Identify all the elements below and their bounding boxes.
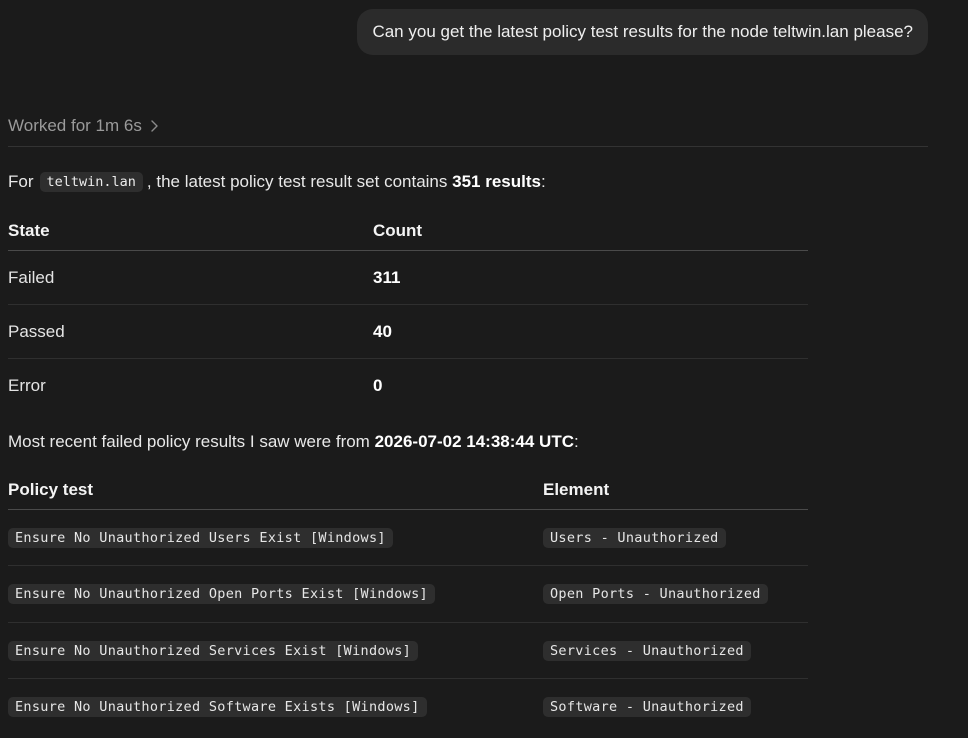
chevron-right-icon [150,119,159,133]
summary-paragraph: For teltwin.lan , the latest policy test… [8,169,546,195]
node-name-code: teltwin.lan [39,172,143,192]
summary-total: 351 results [452,172,541,191]
table-row: Passed 40 [8,305,808,359]
count-cell: 311 [373,267,401,287]
column-header-state: State [8,221,50,240]
recent-failed-paragraph: Most recent failed policy results I saw … [8,429,579,455]
summary-suffix: : [540,172,546,191]
element-code: Services - Unauthorized [543,640,751,661]
table-row: Failed 311 [8,251,808,305]
table-row: Ensure No Unauthorized Users Exist [Wind… [8,510,808,566]
count-cell: 0 [373,375,383,395]
count-cell: 40 [373,321,392,341]
recent-prefix: Most recent failed policy results I saw … [8,432,370,451]
worked-duration-label: Worked for 1m 6s [8,116,142,135]
summary-prefix: For [8,172,34,191]
state-cell: Error [8,375,46,395]
policy-test-code: Ensure No Unauthorized Users Exist [Wind… [8,527,393,548]
user-message-bubble: Can you get the latest policy test resul… [357,9,928,55]
policy-test-code: Ensure No Unauthorized Software Exists [… [8,697,427,717]
policy-test-code: Ensure No Unauthorized Services Exist [W… [8,640,419,661]
summary-middle: , the latest policy test result set cont… [146,172,448,191]
state-cell: Failed [8,267,55,287]
table-row: Ensure No Unauthorized Software Exists [… [8,679,808,735]
element-code: Open Ports - Unauthorized [543,584,768,604]
policy-results-table: Policy test Element Ensure No Unauthoriz… [8,471,808,735]
column-header-policy-test: Policy test [8,480,94,499]
table-header-row: State Count [8,212,808,251]
user-message-text: Can you get the latest policy test resul… [372,22,913,41]
recent-timestamp: 2026-07-02 14:38:44 UTC [374,432,574,451]
table-row: Ensure No Unauthorized Services Exist [W… [8,623,808,679]
table-row: Ensure No Unauthorized Open Ports Exist … [8,566,808,623]
column-header-count: Count [373,221,423,240]
recent-suffix: : [574,432,579,451]
state-cell: Passed [8,321,65,341]
policy-test-code: Ensure No Unauthorized Open Ports Exist … [8,584,435,604]
element-code: Users - Unauthorized [543,527,726,548]
column-header-element: Element [543,480,610,499]
state-count-table: State Count Failed 311 Passed 40 Error 0 [8,212,808,412]
section-divider [8,146,928,147]
table-row: Error 0 [8,359,808,412]
element-code: Software - Unauthorized [543,697,751,717]
worked-duration-toggle[interactable]: Worked for 1m 6s [8,116,159,136]
table-header-row: Policy test Element [8,471,808,510]
